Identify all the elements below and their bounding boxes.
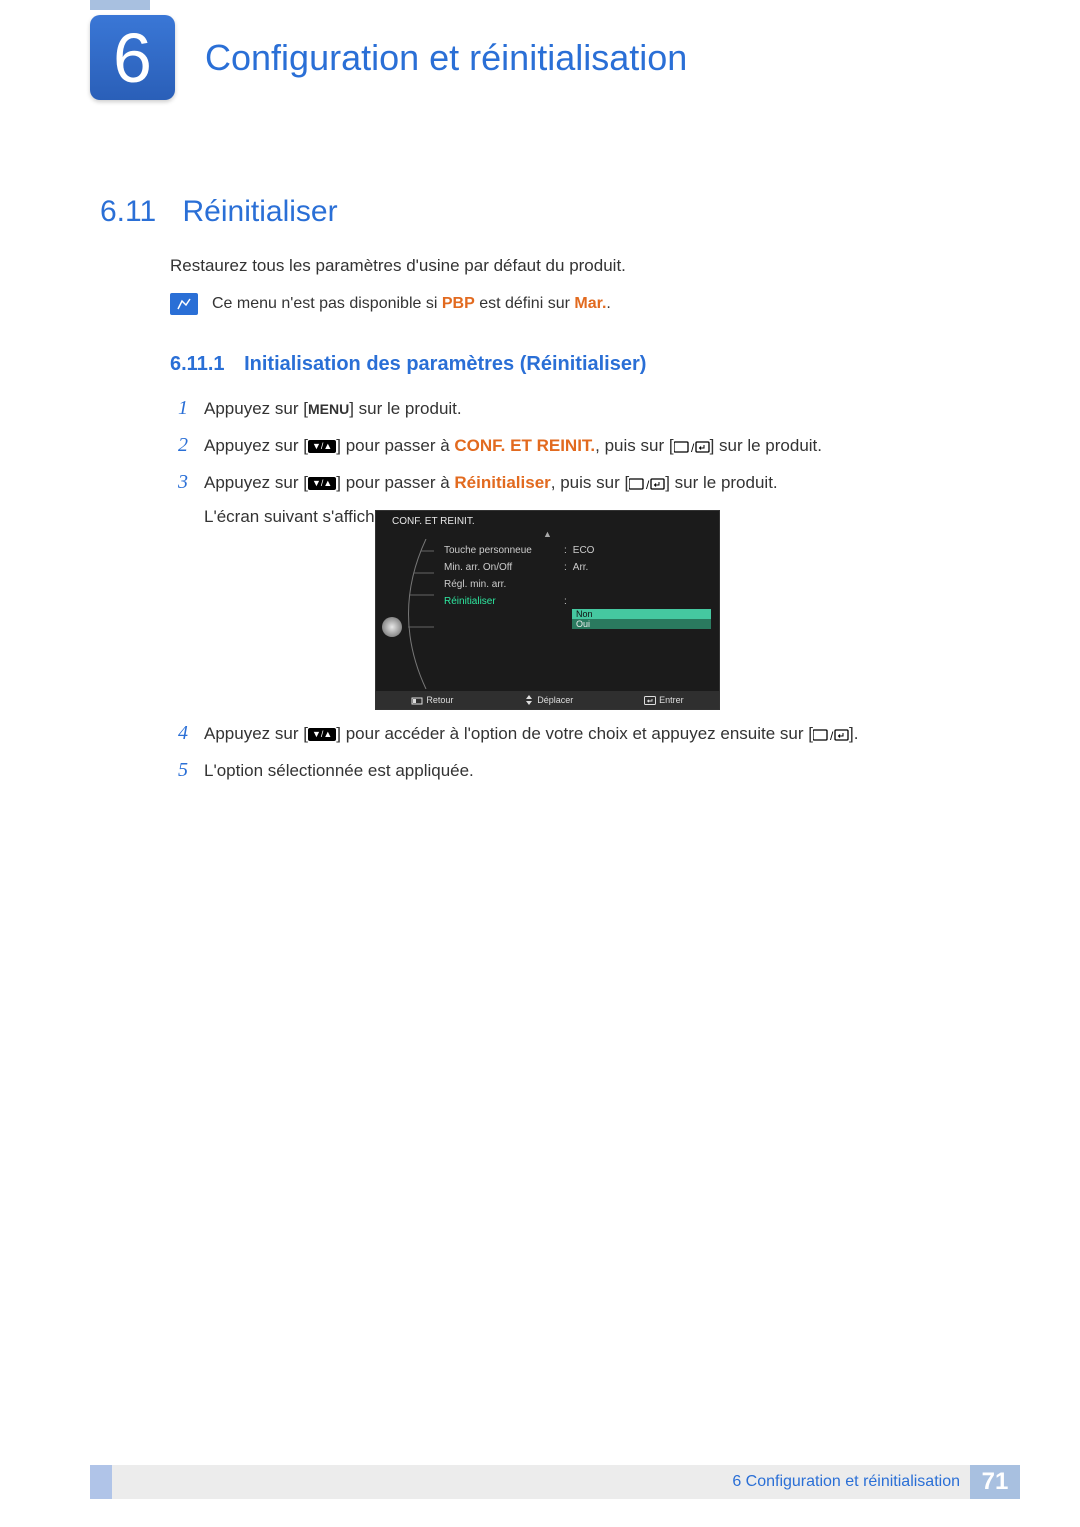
down-up-arrow-icon: ▼/▲ xyxy=(308,440,336,453)
source-enter-icon: / xyxy=(813,728,849,742)
osd-row-label: Touche personneue xyxy=(444,545,564,556)
colon: : xyxy=(564,596,567,607)
section-number: 6.11 xyxy=(100,195,156,228)
subsection-number: 6.11.1 xyxy=(170,353,225,375)
note-text: Ce menu n'est pas disponible si PBP est … xyxy=(212,295,611,313)
step-number: 4 xyxy=(178,722,204,745)
t: ] pour passer à xyxy=(336,436,454,455)
osd-options: Non Oui xyxy=(572,609,711,629)
note-middle: est défini sur xyxy=(475,295,575,312)
osd-row-minarr: Min. arr. On/Off : Arr. xyxy=(444,562,711,573)
colon: : xyxy=(564,545,567,556)
section-intro: Restaurez tous les paramètres d'usine pa… xyxy=(170,256,626,276)
header-accent xyxy=(90,0,150,10)
t: ] sur le produit. xyxy=(349,399,461,418)
step-1: 1 Appuyez sur [MENU] sur le produit. xyxy=(178,395,978,422)
step-text: Appuyez sur [MENU] sur le produit. xyxy=(204,395,462,422)
osd-footer-move: Déplacer xyxy=(524,695,573,706)
osd-row-label: Min. arr. On/Off xyxy=(444,562,564,573)
step-number: 1 xyxy=(178,397,204,420)
step-3: 3 Appuyez sur [▼/▲] pour passer à Réinit… xyxy=(178,469,978,496)
osd-content: Touche personneue : ECO Min. arr. On/Off… xyxy=(376,539,719,689)
step-number: 3 xyxy=(178,471,204,494)
t: ] pour accéder à l'option de votre choix… xyxy=(336,724,813,743)
t: ]. xyxy=(849,724,858,743)
section-heading: 6.11 Réinitialiser xyxy=(100,195,338,229)
down-up-arrow-icon: ▼/▲ xyxy=(308,728,336,741)
up-arrow-icon: ▲ xyxy=(376,530,719,539)
section-title: Réinitialiser xyxy=(183,195,338,228)
note-keyword-mar: Mar. xyxy=(574,295,606,312)
note-prefix: Ce menu n'est pas disponible si xyxy=(212,295,442,312)
osd-menu-rows: Touche personneue : ECO Min. arr. On/Off… xyxy=(444,545,711,629)
footer-spacer xyxy=(112,1465,732,1499)
chapter-header: 6 Configuration et réinitialisation xyxy=(90,15,687,100)
step-number: 5 xyxy=(178,759,204,782)
svg-text:/: / xyxy=(830,729,834,742)
osd-row-value: ECO xyxy=(573,545,595,556)
note-row: Ce menu n'est pas disponible si PBP est … xyxy=(170,293,611,315)
osd-screenshot: CONF. ET REINIT. ▲ Touche personneue : E… xyxy=(375,510,720,710)
osd-footer: Retour Déplacer Entrer xyxy=(376,691,719,709)
footer-chapter-ref: 6 Configuration et réinitialisation xyxy=(732,1465,970,1499)
chapter-number: 6 xyxy=(113,18,152,98)
source-enter-icon: / xyxy=(674,440,710,454)
step-text: Appuyez sur [▼/▲] pour accéder à l'optio… xyxy=(204,720,858,747)
page-footer: 6 Configuration et réinitialisation 71 xyxy=(90,1465,1020,1499)
svg-text:/: / xyxy=(646,478,650,491)
osd-row-regl: Régl. min. arr. xyxy=(444,579,711,590)
t: Appuyez sur [ xyxy=(204,473,308,492)
source-enter-icon: / xyxy=(629,477,665,491)
osd-footer-enter: Entrer xyxy=(644,695,684,705)
step-text: Appuyez sur [▼/▲] pour passer à CONF. ET… xyxy=(204,432,822,459)
step-4: 4 Appuyez sur [▼/▲] pour accéder à l'opt… xyxy=(178,720,998,747)
steps-list-lower: 4 Appuyez sur [▼/▲] pour accéder à l'opt… xyxy=(178,720,998,794)
osd-option-oui: Oui xyxy=(572,619,711,629)
osd-row-label: Réinitialiser xyxy=(444,596,564,607)
osd-row-reinitialiser: Réinitialiser : xyxy=(444,596,711,607)
t: Retour xyxy=(426,695,453,705)
step-text: Appuyez sur [▼/▲] pour passer à Réinitia… xyxy=(204,469,778,496)
step-number: 2 xyxy=(178,434,204,457)
t: , puis sur [ xyxy=(595,436,673,455)
footer-accent xyxy=(90,1465,112,1499)
t: ] pour passer à xyxy=(336,473,454,492)
osd-row-label: Régl. min. arr. xyxy=(444,579,564,590)
t: ] sur le produit. xyxy=(710,436,822,455)
osd-row-value: Arr. xyxy=(573,562,589,573)
step-text: L'option sélectionnée est appliquée. xyxy=(204,757,474,784)
note-icon xyxy=(170,293,198,315)
page-number: 71 xyxy=(970,1465,1020,1499)
osd-curve-decoration xyxy=(386,539,436,689)
keyword-conf-reinit: CONF. ET REINIT. xyxy=(454,436,595,455)
osd-footer-back: Retour xyxy=(411,695,453,705)
osd-option-non: Non xyxy=(572,609,711,619)
step-5: 5 L'option sélectionnée est appliquée. xyxy=(178,757,998,784)
t: Appuyez sur [ xyxy=(204,436,308,455)
t: , puis sur [ xyxy=(551,473,629,492)
osd-knob-icon xyxy=(382,617,402,637)
chapter-number-badge: 6 xyxy=(90,15,175,100)
t: Entrer xyxy=(659,695,684,705)
subsection-title: Initialisation des paramètres (Réinitial… xyxy=(244,353,646,375)
menu-button-label: MENU xyxy=(308,398,349,420)
keyword-reinitialiser: Réinitialiser xyxy=(454,473,550,492)
svg-text:/: / xyxy=(691,441,695,454)
chapter-title: Configuration et réinitialisation xyxy=(205,37,687,79)
subsection-heading: 6.11.1 Initialisation des paramètres (Ré… xyxy=(170,353,646,376)
t: Appuyez sur [ xyxy=(204,399,308,418)
step-2: 2 Appuyez sur [▼/▲] pour passer à CONF. … xyxy=(178,432,978,459)
colon: : xyxy=(564,562,567,573)
note-suffix: . xyxy=(606,295,610,312)
osd-row-touche: Touche personneue : ECO xyxy=(444,545,711,556)
t: Appuyez sur [ xyxy=(204,724,308,743)
note-keyword-pbp: PBP xyxy=(442,295,475,312)
t: ] sur le produit. xyxy=(665,473,777,492)
down-up-arrow-icon: ▼/▲ xyxy=(308,477,336,490)
t: Déplacer xyxy=(537,695,573,705)
